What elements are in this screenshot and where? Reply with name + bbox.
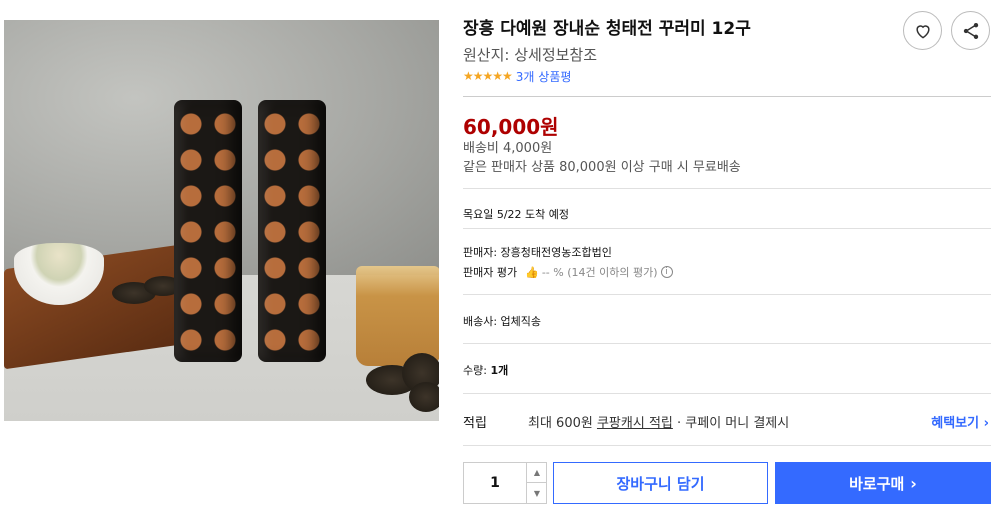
quantity-label: 수량: — [463, 364, 487, 377]
photo-tea-tube — [174, 100, 242, 362]
buy-now-button[interactable]: 바로구매 › — [775, 462, 991, 504]
points-suffix: · 쿠페이 머니 결제시 — [672, 416, 790, 431]
divider — [463, 445, 991, 446]
divider — [463, 228, 991, 229]
quantity-input[interactable]: 1 — [464, 463, 526, 503]
seller-rating: 판매자 평가 👍 -- % (14건 이하의 평가) i — [463, 264, 673, 280]
info-icon[interactable]: i — [660, 266, 673, 278]
favorite-button[interactable] — [903, 11, 942, 50]
photo-tea-glass — [356, 266, 439, 366]
chevron-right-icon: › — [910, 473, 917, 493]
quantity-value: 1개 — [490, 364, 509, 377]
quantity-summary: 수량: 1개 — [463, 362, 508, 378]
courier: 배송사: 업체직송 — [463, 315, 542, 328]
share-icon — [963, 22, 978, 39]
divider — [463, 188, 991, 189]
arrival-date: 목요일 5/22 도착 예정 — [463, 208, 570, 221]
rating-row[interactable]: ★★★★★ 3개 상품평 — [463, 68, 571, 84]
divider — [463, 294, 991, 295]
heart-icon — [915, 24, 930, 39]
add-to-cart-button[interactable]: 장바구니 담기 — [553, 462, 768, 504]
review-count-link[interactable]: 3개 상품평 — [516, 68, 572, 85]
seller-name[interactable]: 판매자: 장흥청태전영농조합법인 — [463, 244, 612, 260]
points-prefix: 최대 600원 — [528, 416, 597, 431]
divider — [463, 393, 991, 394]
quantity-decrease-button[interactable]: ▼ — [526, 483, 547, 503]
quantity-increase-button[interactable]: ▲ — [526, 463, 547, 483]
share-button[interactable] — [951, 11, 990, 50]
points-description: 최대 600원 쿠팡캐시 적립 · 쿠페이 머니 결제시 — [528, 412, 789, 431]
product-origin: 원산지: 상세정보참조 — [463, 46, 598, 64]
divider — [463, 343, 991, 344]
shipping-fee: 배송비 4,000원 — [463, 141, 553, 156]
price: 60,000원 — [463, 115, 559, 139]
coupang-cash-link[interactable]: 쿠팡캐시 적립 — [597, 416, 673, 431]
free-shipping-note: 같은 판매자 상품 80,000원 이상 구매 시 무료배송 — [463, 160, 741, 175]
quantity-stepper[interactable]: 1 ▲ ▼ — [463, 462, 547, 504]
photo-tea-tube — [258, 100, 326, 362]
seller-rating-value: -- % (14건 이하의 평가) — [541, 266, 658, 279]
photo-tea-cake — [409, 382, 439, 412]
add-to-cart-label: 장바구니 담기 — [616, 474, 705, 493]
divider — [463, 96, 991, 97]
thumbs-up-icon: 👍 — [525, 265, 539, 279]
buy-now-label: 바로구매 — [849, 474, 905, 493]
points-label: 적립 — [463, 416, 487, 431]
view-benefits-link[interactable]: 혜택보기 › — [931, 412, 989, 431]
product-title: 장흥 다예원 장내순 청태전 꾸러미 12구 — [463, 19, 751, 39]
star-rating: ★★★★★ — [463, 69, 513, 83]
seller-rating-label: 판매자 평가 — [463, 266, 518, 279]
product-image[interactable] — [4, 20, 439, 421]
